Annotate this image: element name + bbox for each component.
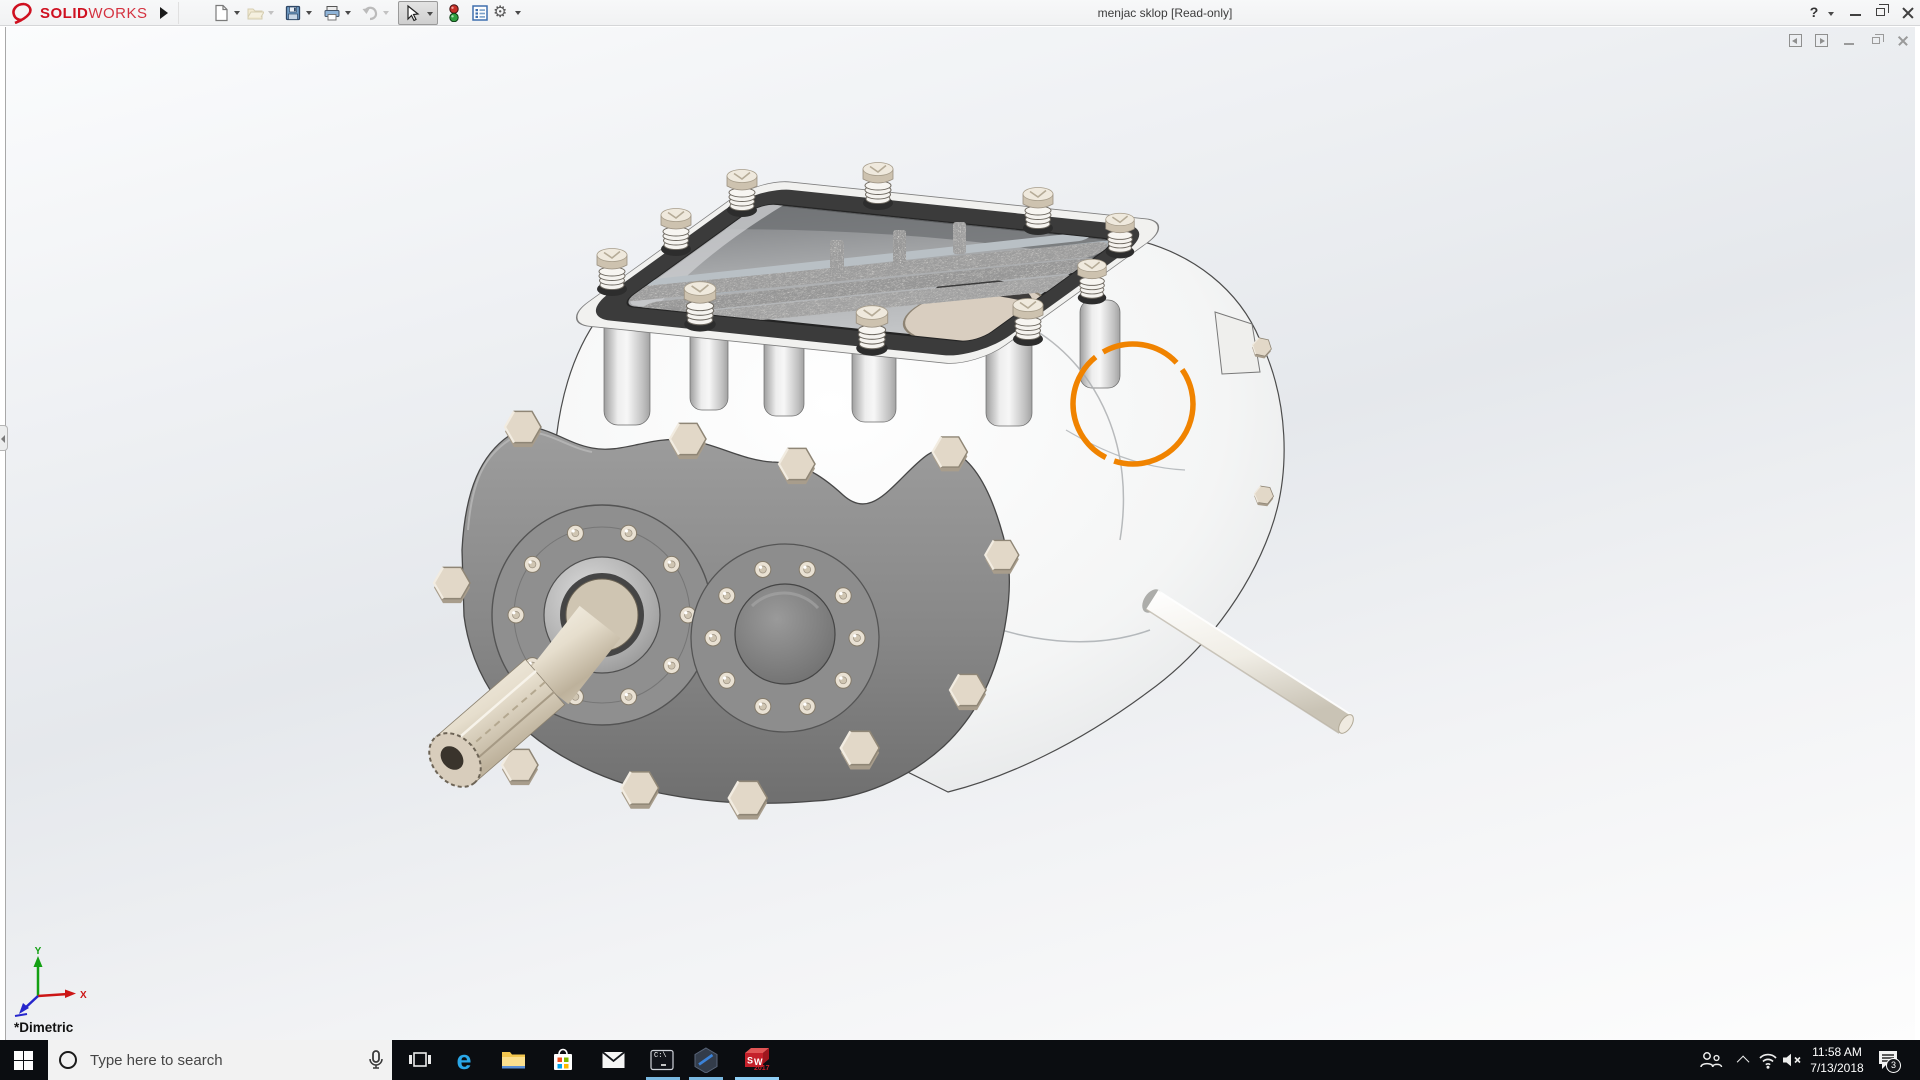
doc-close-button[interactable] [1894, 33, 1916, 49]
undo-dropdown [383, 11, 389, 15]
panel-toggle-left-icon[interactable] [1786, 33, 1808, 49]
tray-clock[interactable]: 11:58 AM 7/13/2018 [1802, 1044, 1872, 1076]
shift-fork-tab [893, 230, 906, 264]
view-orientation-label: *Dimetric [14, 1020, 74, 1035]
shift-fork-tab [953, 222, 966, 254]
output-bearing-cover[interactable] [690, 543, 880, 733]
toolbar-flyout-icon[interactable] [160, 7, 168, 19]
cmd-prompt-text: C:\ [654, 1052, 667, 1060]
open-dropdown [268, 11, 274, 15]
svg-text:S: S [747, 1055, 753, 1065]
start-button[interactable] [0, 1040, 48, 1080]
tray-date: 7/13/2018 [1810, 1061, 1864, 1075]
notification-badge: 3 [1886, 1058, 1901, 1073]
edge-button[interactable]: e [442, 1040, 486, 1080]
file-explorer-icon [501, 1052, 525, 1069]
solidworks-window: Y X *Dimetric SOLIDWORKS ⚙ menjac sklop … [0, 0, 1920, 1080]
network-button[interactable] [1755, 1040, 1781, 1080]
gearbox-model[interactable]: Y X [0, 0, 1920, 1080]
x-axis-arrow [65, 989, 76, 998]
help-icon[interactable]: ? [1806, 4, 1822, 20]
open-icon [247, 8, 264, 20]
select-cursor-icon [407, 4, 420, 22]
select-tool-button[interactable] [398, 1, 438, 25]
command-prompt-button[interactable]: C:\ [640, 1040, 684, 1080]
microphone-icon[interactable] [368, 1050, 384, 1070]
doc-restore-button[interactable] [1868, 33, 1890, 49]
shift-fork-tab [830, 240, 844, 276]
minimize-button[interactable] [1842, 0, 1870, 26]
undo-icon [362, 6, 378, 21]
y-axis-arrow [33, 956, 43, 967]
front-flange[interactable] [419, 410, 1020, 821]
solidworks-logo-mark [12, 2, 32, 24]
mail-button[interactable] [591, 1040, 635, 1080]
document-title: menjac sklop [Read-only] [1097, 6, 1233, 20]
tray-time: 11:58 AM [1812, 1045, 1862, 1059]
wifi-icon [1759, 1053, 1777, 1069]
save-dropdown[interactable] [306, 11, 312, 15]
search-input[interactable] [90, 1040, 370, 1080]
mail-icon [601, 1051, 625, 1068]
print-icon[interactable] [323, 4, 341, 22]
task-view-button[interactable] [398, 1040, 442, 1080]
chevron-up-icon [1736, 1055, 1749, 1068]
hexagon-app-icon [694, 1047, 718, 1073]
file-properties-icon[interactable] [471, 4, 489, 22]
select-dropdown[interactable] [427, 12, 433, 16]
doc-minimize-button[interactable] [1840, 33, 1862, 49]
file-explorer-button[interactable] [491, 1040, 535, 1080]
options-gear-icon[interactable]: ⚙ [493, 2, 507, 22]
volume-muted-icon [1783, 1053, 1801, 1067]
cortana-icon [59, 1051, 77, 1069]
x-axis-label: X [80, 990, 87, 1001]
restore-button[interactable] [1868, 0, 1896, 26]
help-dropdown[interactable] [1828, 12, 1834, 16]
close-button[interactable] [1894, 0, 1920, 26]
solidworks-taskbar-button[interactable]: S W 2017 [733, 1040, 781, 1080]
sw-year-label: 2017 [754, 1064, 770, 1072]
store-button[interactable] [541, 1040, 585, 1080]
tray-overflow-button[interactable] [1733, 1040, 1755, 1080]
options-dropdown[interactable] [515, 11, 521, 15]
rebuild-traffic-light-icon[interactable] [445, 4, 463, 22]
panel-toggle-right-icon[interactable] [1812, 33, 1834, 49]
solidworks-logo: SOLIDWORKS [10, 2, 148, 24]
store-icon [554, 1048, 572, 1070]
solidworks-logo-text: SOLIDWORKS [40, 4, 148, 22]
hexagon-app-button[interactable] [684, 1040, 728, 1080]
taskbar-search[interactable] [48, 1040, 392, 1080]
task-view-icon [409, 1052, 431, 1067]
new-document-dropdown[interactable] [234, 11, 240, 15]
people-icon [1700, 1052, 1723, 1068]
orientation-triad: Y X [14, 946, 87, 1017]
new-document-icon[interactable] [212, 4, 230, 22]
print-dropdown[interactable] [345, 11, 351, 15]
save-icon[interactable] [284, 4, 302, 22]
people-button[interactable] [1694, 1040, 1728, 1080]
document-window-controls [1786, 33, 1914, 51]
windows-taskbar: e [0, 1040, 1920, 1080]
edge-icon: e [456, 1045, 472, 1075]
windows-logo-icon [14, 1051, 33, 1070]
title-bar: SOLIDWORKS ⚙ menjac sklop [Read-only] ? [0, 0, 1920, 26]
toolbar-separator [178, 2, 179, 24]
y-axis-label: Y [35, 946, 42, 957]
feature-manager-collapsed-tab[interactable] [0, 425, 8, 451]
